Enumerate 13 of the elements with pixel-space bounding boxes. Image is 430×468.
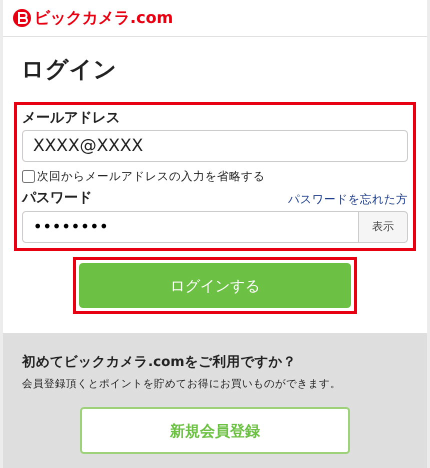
show-password-button[interactable]: 表示	[359, 211, 408, 244]
remember-label: 次回からメールアドレスの入力を省略する	[37, 168, 265, 185]
logo-icon	[13, 9, 31, 27]
password-field[interactable]: ••••••••	[22, 211, 359, 244]
register-heading: 初めてビックカメラ.comをご利用ですか？	[22, 356, 298, 370]
logo-text: ビックカメラ.com	[34, 10, 174, 26]
email-label: メールアドレス	[22, 111, 121, 125]
page-title: ログイン	[21, 59, 118, 82]
forgot-password-link[interactable]: パスワードを忘れた方	[288, 194, 408, 206]
register-description: 会員登録頂くとポイントを貯めてお得にお買いものができます。	[22, 378, 342, 390]
password-label: パスワード	[22, 191, 92, 206]
remember-checkbox[interactable]	[22, 170, 35, 184]
email-field[interactable]: XXXX@XXXX	[22, 130, 408, 162]
